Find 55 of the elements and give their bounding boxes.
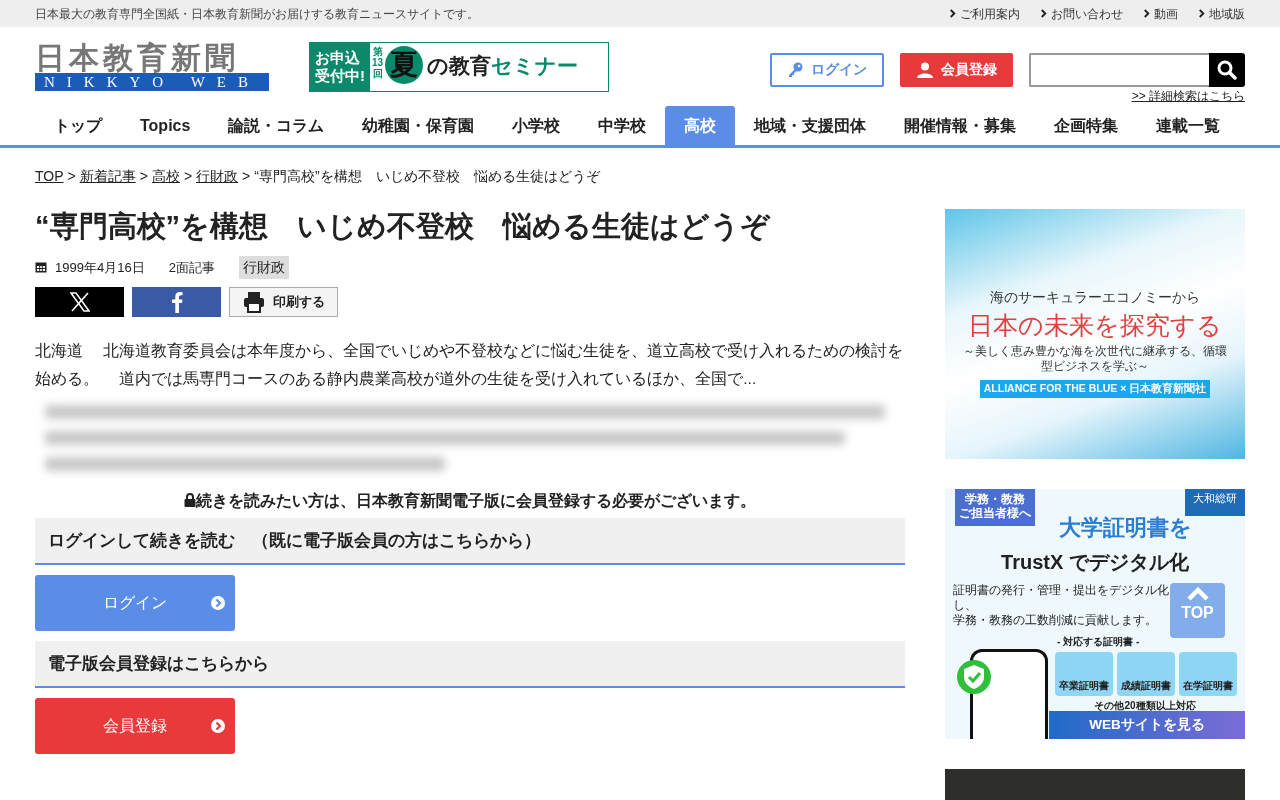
facebook-f-icon — [170, 290, 183, 313]
x-share-button[interactable] — [35, 286, 124, 317]
breadcrumb-separator: > — [139, 168, 148, 184]
top-link[interactable]: ご利用案内 — [949, 4, 1020, 23]
article-title: “専門高校”を構想 いじめ不登校 悩める生徒はどうぞ — [35, 209, 772, 244]
x-logo-icon — [69, 291, 90, 312]
nav-tab[interactable]: 中学校 — [579, 106, 666, 145]
register-button[interactable]: 会員登録 — [900, 52, 1013, 87]
article-lead: 北海道 北海道教育委員会は本年度から、全国でいじめや不登校などに悩む生徒を、道立高校で受け入れるための検討を始める。 道内では馬専門コースのある静内農業高校が道外の生徒を受け入れているほか、全国で... — [35, 340, 905, 389]
printer-icon — [242, 290, 265, 313]
nav-tab[interactable]: トップ — [35, 106, 121, 145]
lock-icon — [184, 493, 196, 508]
section-heading: 電子版会員登録はこちらから — [35, 640, 905, 688]
breadcrumb-link[interactable]: 高校 — [151, 168, 180, 184]
register-button[interactable]: 会員登録 — [35, 697, 235, 754]
nav-tab[interactable]: 連載一覧 — [1137, 106, 1240, 145]
key-icon — [787, 61, 803, 78]
nav-tab[interactable]: Topics — [121, 106, 210, 145]
nav-tab[interactable]: 開催情報・募集 — [885, 106, 1036, 145]
breadcrumb-current: “専門高校”を構想 いじめ不登校 悩める生徒はどうぞ — [254, 168, 600, 184]
top-link[interactable]: 地域版 — [1198, 4, 1245, 23]
site-tagline: 日本最大の教育専門全国紙・日本教育新聞がお届けする教育ニュースサイトです。 — [35, 5, 479, 23]
search-icon — [1217, 59, 1237, 80]
breadcrumb-separator: > — [183, 168, 193, 184]
nav-tab[interactable]: 幼稚園・保育園 — [343, 106, 494, 145]
breadcrumb-separator: > — [67, 168, 76, 184]
breadcrumb-separator: > — [242, 168, 251, 184]
chevron-icon — [949, 9, 956, 18]
nav-tab[interactable]: 論説・コラム — [209, 106, 344, 145]
top-link[interactable]: お問い合わせ — [1040, 4, 1123, 23]
site-logo[interactable]: 日本教育新聞 NIKKYO WEB — [35, 42, 269, 91]
breadcrumb-link[interactable]: 新着記事 — [79, 168, 136, 184]
caret-up-icon — [1185, 587, 1210, 601]
top-link[interactable]: 動画 — [1143, 4, 1178, 23]
print-button[interactable]: 印刷する — [229, 286, 338, 317]
facebook-share-button[interactable] — [132, 286, 221, 317]
calendar-icon — [35, 261, 47, 274]
chevron-icon — [1143, 9, 1150, 18]
category-tag: 行財政 — [238, 255, 289, 279]
chevron-icon — [1198, 9, 1205, 18]
article-date: 1999年4月16日 — [55, 258, 145, 277]
page-label: 2面記事 — [168, 258, 215, 277]
advanced-search-link[interactable]: >> 詳細検索はこちら — [1131, 86, 1245, 105]
search-field[interactable] — [1029, 52, 1209, 87]
paywall-notice: 続きを読みたい方は、日本教育新聞電子版に会員登録する必要がございます。 — [196, 490, 756, 511]
nav-tab[interactable]: 地域・支援団体 — [735, 106, 886, 145]
breadcrumb-link[interactable]: TOP — [35, 168, 64, 184]
nav-tab[interactable]: 企画特集 — [1035, 106, 1138, 145]
breadcrumb-link[interactable]: 行財政 — [196, 168, 239, 184]
user-icon — [916, 61, 933, 78]
section-heading: ログインして続きを読む （既に電子版会員の方はこちらから） — [35, 518, 905, 565]
nav-tab[interactable]: 小学校 — [493, 106, 580, 145]
chevron-icon — [1040, 9, 1047, 18]
ad-banner[interactable]: 海のサーキュラーエコノミーから 日本の未来を探究する ～美しく恵み豊かな海を次世代に継承する、循環型ビジネスを学ぶ～ ALLIANCE FOR THE BLUE × 日本教育新聞社 — [945, 209, 1245, 459]
search-button[interactable] — [1209, 52, 1245, 87]
